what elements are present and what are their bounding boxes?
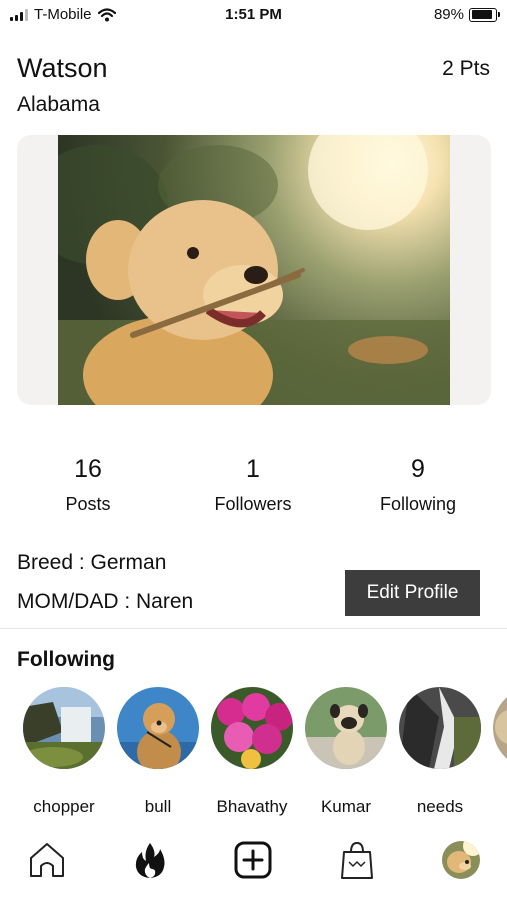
stat-following[interactable]: 9 Following [343,455,493,515]
battery-fill [471,10,492,19]
stat-posts-label: Posts [65,494,111,514]
waterfall-bw-photo[interactable] [399,687,481,769]
stat-following-label: Following [379,494,457,514]
home-icon[interactable] [22,835,72,885]
stat-followers[interactable]: 1 Followers [178,455,328,515]
bottom-nav [0,835,507,895]
stat-followers-value: 1 [246,455,260,483]
waterfall-photo[interactable] [23,687,105,769]
pink-flowers-photo[interactable] [211,687,293,769]
dog-photo[interactable] [493,687,507,769]
following-item-bhavathy[interactable]: Bhavathy [205,687,299,817]
status-right: 89% [433,6,500,23]
status-time: 1:51 PM [225,6,282,23]
following-item-kumar[interactable]: Kumar [299,687,393,817]
stat-following-value: 9 [411,455,425,483]
following-name: Bhavathy [216,797,288,816]
battery-percent: 89% [433,6,464,23]
golden-retriever-with-stick-photo[interactable] [58,135,450,405]
profile-location: Alabama [17,93,100,116]
following-item-bull[interactable]: bull [111,687,205,817]
profile-photo-card [17,135,491,405]
battery-icon [469,7,500,22]
following-name: chopper [33,797,95,816]
stat-posts[interactable]: 16 Posts [13,455,163,515]
section-divider [0,628,507,629]
following-item-partial[interactable] [487,687,507,769]
status-bar: T-Mobile 1:51 PM 89% [0,0,507,30]
flame-icon[interactable] [125,835,175,885]
edit-profile-button[interactable]: Edit Profile [345,570,480,616]
following-list[interactable]: chopper bull Bhavathy Kumar needs [0,687,507,827]
following-item-chopper[interactable]: chopper [17,687,111,817]
following-name: bull [144,797,172,816]
golden-retriever-photo[interactable] [117,687,199,769]
following-item-needs[interactable]: needs [393,687,487,817]
points-badge[interactable]: 2 Pts [442,57,490,81]
parent-text: MOM/DAD : Naren [17,590,194,613]
stat-posts-value: 16 [74,455,102,483]
following-name: needs [416,797,464,816]
pug-photo[interactable] [305,687,387,769]
following-name: Kumar [320,797,372,816]
shop-bag-icon[interactable] [332,835,382,885]
breed-text: Breed : German [17,551,167,574]
profile-name: Watson [17,53,108,83]
profile-avatar-icon[interactable] [436,835,486,885]
add-post-icon[interactable] [228,835,278,885]
stat-followers-label: Followers [214,494,292,514]
following-section-title: Following [17,648,115,671]
